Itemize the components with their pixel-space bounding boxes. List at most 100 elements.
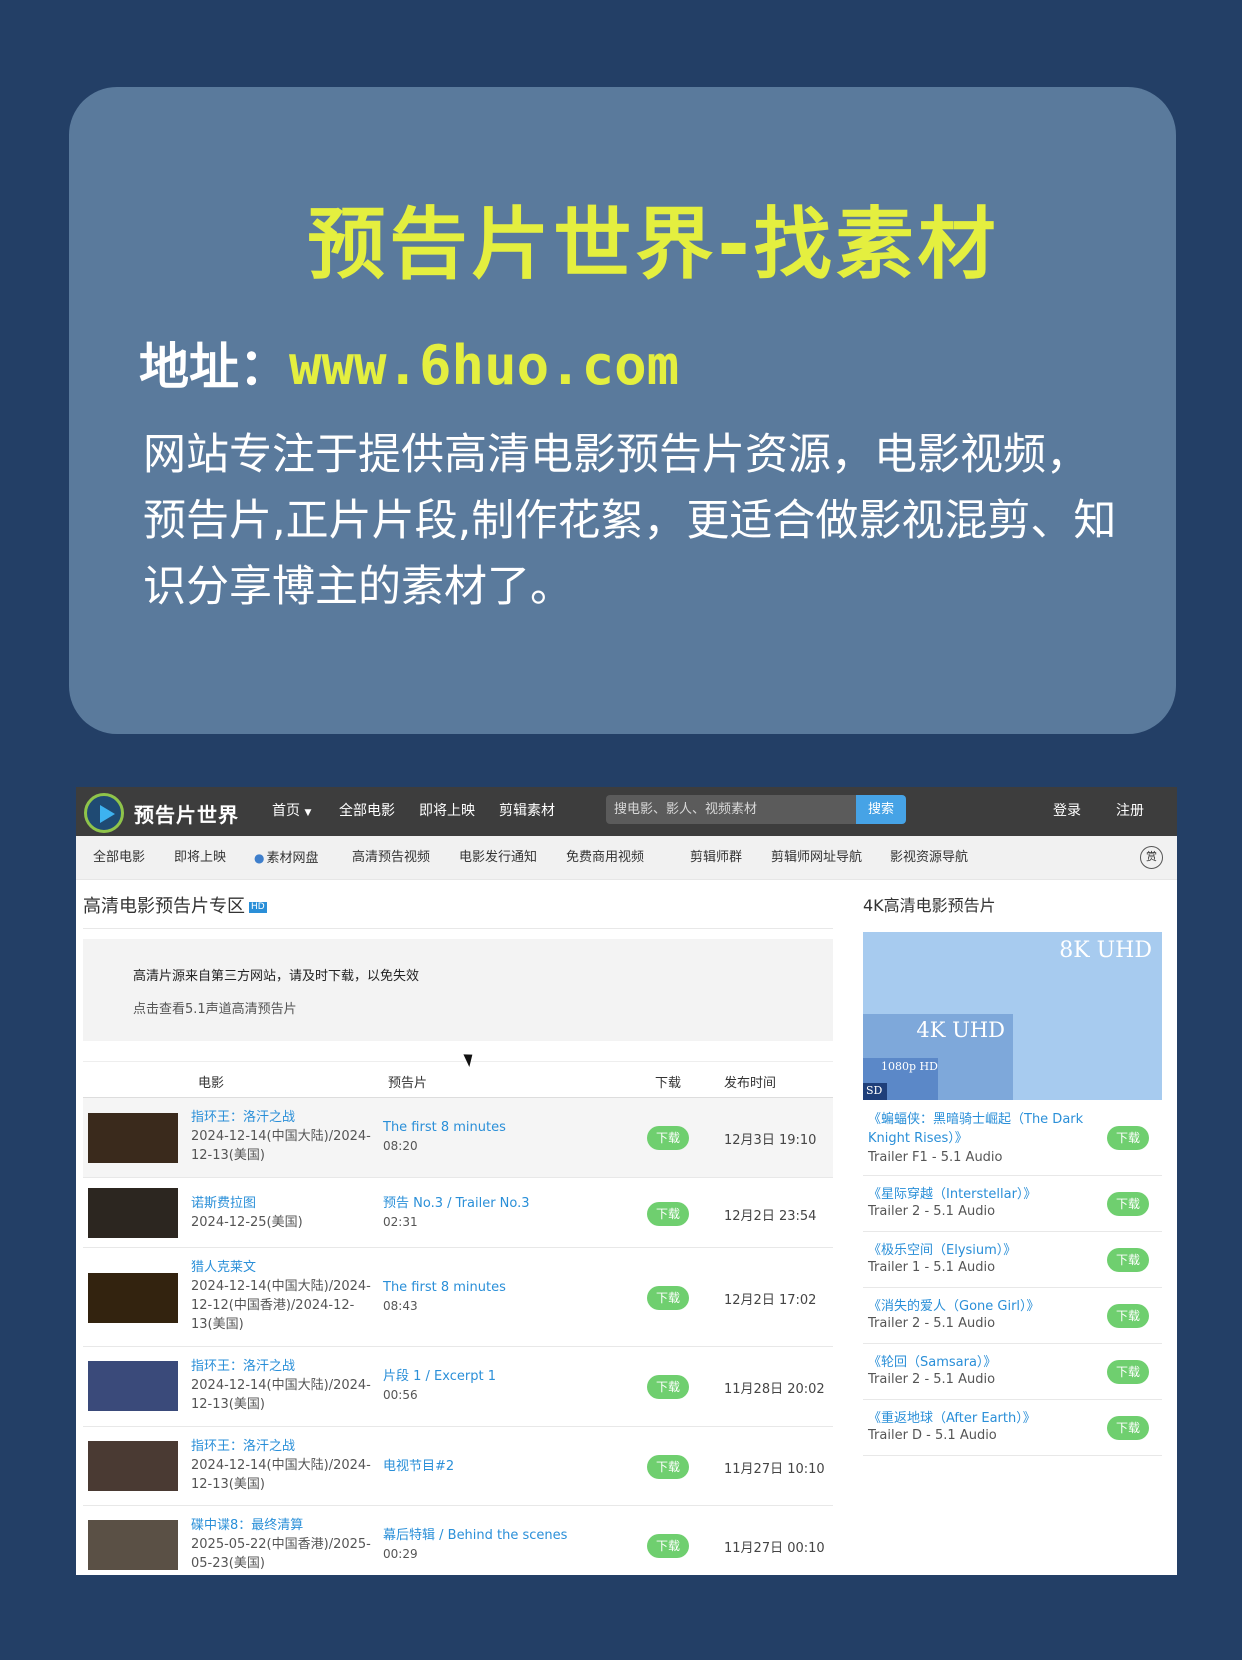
- nav-coming-soon[interactable]: 即将上映: [419, 787, 475, 836]
- movie-thumbnail[interactable]: [88, 1361, 178, 1411]
- trailer-cell: 电视节目#2: [383, 1457, 623, 1476]
- list-item[interactable]: 《极乐空间（Elysium）》 Trailer 1 - 5.1 Audio 下载: [863, 1232, 1162, 1288]
- trailer-cell: 幕后特辑 / Behind the scenes 00:29: [383, 1526, 623, 1564]
- table-row[interactable]: 指环王：洛汗之战 2024-12-14(中国大陆)/2024-12-13(美国) …: [83, 1427, 833, 1506]
- table-row[interactable]: 指环王：洛汗之战 2024-12-14(中国大陆)/2024-12-13(美国) …: [83, 1347, 833, 1427]
- subnav-editor-nav[interactable]: 剪辑师网址导航: [771, 836, 862, 880]
- sidebar-trailer-info: Trailer 2 - 5.1 Audio: [868, 1316, 996, 1331]
- table-row[interactable]: 猎人克莱文 2024-12-14(中国大陆)/2024-12-12(中国香港)/2…: [83, 1248, 833, 1347]
- publish-time: 12月2日 17:02: [724, 1293, 817, 1308]
- sidebar-movie-link[interactable]: 《轮回（Samsara）》: [868, 1353, 1088, 1372]
- logo-text: 预告片世界: [134, 802, 239, 827]
- sidebar-movie-link[interactable]: 《蝙蝠侠：黑暗骑士崛起（The Dark Knight Rises）》: [868, 1110, 1088, 1148]
- uhd-sidebar: 4K高清电影预告片 8K UHD 4K UHD 1080p HD SD 《蝙蝠侠…: [863, 892, 1162, 1456]
- download-button[interactable]: 下载: [647, 1455, 689, 1479]
- sidebar-movie-link[interactable]: 《重返地球（After Earth）》: [868, 1409, 1088, 1428]
- nav-all-movies[interactable]: 全部电影: [339, 787, 395, 836]
- site-logo[interactable]: 预告片世界: [84, 793, 239, 833]
- sidebar-movie-link[interactable]: 《消失的爱人（Gone Girl）》: [868, 1297, 1088, 1316]
- sub-navbar: 全部电影 即将上映 ● 素材网盘 高清预告视频 电影发行通知 免费商用视频 剪辑师…: [76, 836, 1177, 880]
- movie-title-link[interactable]: 诺斯费拉图: [191, 1194, 371, 1213]
- register-link[interactable]: 注册: [1116, 787, 1144, 836]
- list-item[interactable]: 《轮回（Samsara）》 Trailer 2 - 5.1 Audio 下载: [863, 1344, 1162, 1400]
- table-header: 电影 预告片 下载 发布时间: [83, 1061, 833, 1098]
- search-input[interactable]: 搜电影、影人、视频素材: [606, 795, 856, 824]
- movie-cell: 诺斯费拉图 2024-12-25(美国): [191, 1194, 371, 1232]
- subnav-all-movies[interactable]: 全部电影: [93, 836, 145, 880]
- download-button[interactable]: 下载: [1107, 1192, 1149, 1216]
- header-download: 下载: [655, 1076, 682, 1091]
- list-item[interactable]: 《蝙蝠侠：黑暗骑士崛起（The Dark Knight Rises）》 Trai…: [863, 1100, 1162, 1176]
- trailer-link[interactable]: 幕后特辑 / Behind the scenes: [383, 1526, 623, 1545]
- download-button[interactable]: 下载: [1107, 1360, 1149, 1384]
- subnav-resource-nav[interactable]: 影视资源导航: [890, 836, 968, 880]
- table-row[interactable]: 诺斯费拉图 2024-12-25(美国) 预告 No.3 / Trailer No…: [83, 1178, 833, 1248]
- movie-title-link[interactable]: 猎人克莱文: [191, 1258, 371, 1277]
- download-button[interactable]: 下载: [1107, 1416, 1149, 1440]
- movie-title-link[interactable]: 指环王：洛汗之战: [191, 1357, 371, 1376]
- movie-thumbnail[interactable]: [88, 1520, 178, 1570]
- subnav-hd-trailers[interactable]: 高清预告视频: [352, 836, 430, 880]
- publish-time: 12月3日 19:10: [724, 1133, 817, 1148]
- table-row[interactable]: 碟中谍8：最终清算 2025-05-22(中国香港)/2025-05-23(美国)…: [83, 1506, 833, 1575]
- movie-thumbnail[interactable]: [88, 1188, 178, 1238]
- download-button[interactable]: 下载: [647, 1534, 689, 1558]
- sidebar-trailer-info: Trailer F1 - 5.1 Audio: [868, 1150, 1003, 1165]
- sidebar-movie-link[interactable]: 《极乐空间（Elysium）》: [868, 1241, 1088, 1260]
- movie-cell: 指环王：洛汗之战 2024-12-14(中国大陆)/2024-12-13(美国): [191, 1108, 371, 1163]
- trailer-link[interactable]: The first 8 minutes: [383, 1278, 623, 1297]
- download-button[interactable]: 下载: [647, 1126, 689, 1150]
- list-item[interactable]: 《消失的爱人（Gone Girl）》 Trailer 2 - 5.1 Audio…: [863, 1288, 1162, 1344]
- subnav-editor-group[interactable]: 剪辑师群: [690, 836, 742, 880]
- header-trailer: 预告片: [388, 1076, 428, 1091]
- top-navbar: 预告片世界 首页 ▼ 全部电影 即将上映 剪辑素材 搜电影、影人、视频素材 搜索…: [76, 787, 1177, 836]
- download-button[interactable]: 下载: [1107, 1248, 1149, 1272]
- hd-badge-icon: HD: [249, 901, 267, 913]
- movie-cell: 碟中谍8：最终清算 2025-05-22(中国香港)/2025-05-23(美国): [191, 1516, 371, 1571]
- trailer-link[interactable]: 电视节目#2: [383, 1457, 623, 1476]
- movie-cell: 指环王：洛汗之战 2024-12-14(中国大陆)/2024-12-13(美国): [191, 1357, 371, 1412]
- notice-link-51[interactable]: 点击查看5.1声道高清预告片: [133, 998, 783, 1017]
- list-item[interactable]: 《重返地球（After Earth）》 Trailer D - 5.1 Audi…: [863, 1400, 1162, 1456]
- notice-line-1: 高清片源来自第三方网站，请及时下载，以免失效: [133, 969, 420, 984]
- table-row[interactable]: 指环王：洛汗之战 2024-12-14(中国大陆)/2024-12-13(美国) …: [83, 1098, 833, 1178]
- trailer-link[interactable]: 片段 1 / Excerpt 1: [383, 1367, 623, 1386]
- header-movie: 电影: [198, 1076, 225, 1091]
- trailer-link[interactable]: The first 8 minutes: [383, 1118, 623, 1137]
- download-button[interactable]: 下载: [1107, 1126, 1149, 1150]
- sidebar-movie-link[interactable]: 《星际穿越（Interstellar）》: [868, 1185, 1088, 1204]
- publish-time: 12月2日 23:54: [724, 1209, 817, 1224]
- list-item[interactable]: 《星际穿越（Interstellar）》 Trailer 2 - 5.1 Aud…: [863, 1176, 1162, 1232]
- promo-card: 预告片世界-找素材 地址：www.6huo.com 网站专注于提供高清电影预告片…: [69, 87, 1176, 734]
- subnav-free-videos[interactable]: 免费商用视频: [566, 836, 644, 880]
- download-button[interactable]: 下载: [647, 1286, 689, 1310]
- movie-title-link[interactable]: 碟中谍8：最终清算: [191, 1516, 371, 1535]
- movie-cell: 猎人克莱文 2024-12-14(中国大陆)/2024-12-12(中国香港)/2…: [191, 1258, 371, 1332]
- chevron-down-icon: ▼: [304, 808, 312, 818]
- movie-thumbnail[interactable]: [88, 1113, 178, 1163]
- subnav-release-notice[interactable]: 电影发行通知: [459, 836, 537, 880]
- publish-time: 11月27日 10:10: [724, 1462, 825, 1477]
- movie-title-link[interactable]: 指环王：洛汗之战: [191, 1108, 371, 1127]
- search-button[interactable]: 搜索: [856, 795, 906, 824]
- download-button[interactable]: 下载: [647, 1375, 689, 1399]
- promo-address: 地址：www.6huo.com: [139, 327, 679, 399]
- notice-box: 高清片源来自第三方网站，请及时下载，以免失效 点击查看5.1声道高清预告片: [83, 939, 833, 1041]
- subnav-coming-soon[interactable]: 即将上映: [174, 836, 226, 880]
- header-time: 发布时间: [724, 1076, 777, 1091]
- movie-thumbnail[interactable]: [88, 1273, 178, 1323]
- trailer-cell: 片段 1 / Excerpt 1 00:56: [383, 1367, 623, 1405]
- movie-thumbnail[interactable]: [88, 1441, 178, 1491]
- website-screenshot: 预告片世界 首页 ▼ 全部电影 即将上映 剪辑素材 搜电影、影人、视频素材 搜索…: [76, 787, 1177, 1575]
- download-button[interactable]: 下载: [1107, 1304, 1149, 1328]
- download-button[interactable]: 下载: [647, 1202, 689, 1226]
- nav-clip-materials[interactable]: 剪辑素材: [499, 787, 555, 836]
- trailer-link[interactable]: 预告 No.3 / Trailer No.3: [383, 1194, 623, 1213]
- subnav-cloud-disk[interactable]: ● 素材网盘: [254, 836, 319, 880]
- section-title: 高清电影预告片专区 HD: [83, 892, 833, 929]
- login-link[interactable]: 登录: [1053, 787, 1081, 836]
- reward-icon[interactable]: 赏: [1140, 846, 1163, 869]
- nav-home[interactable]: 首页 ▼: [272, 787, 311, 836]
- movie-title-link[interactable]: 指环王：洛汗之战: [191, 1437, 371, 1456]
- uhd-resolution-banner[interactable]: 8K UHD 4K UHD 1080p HD SD: [863, 932, 1162, 1100]
